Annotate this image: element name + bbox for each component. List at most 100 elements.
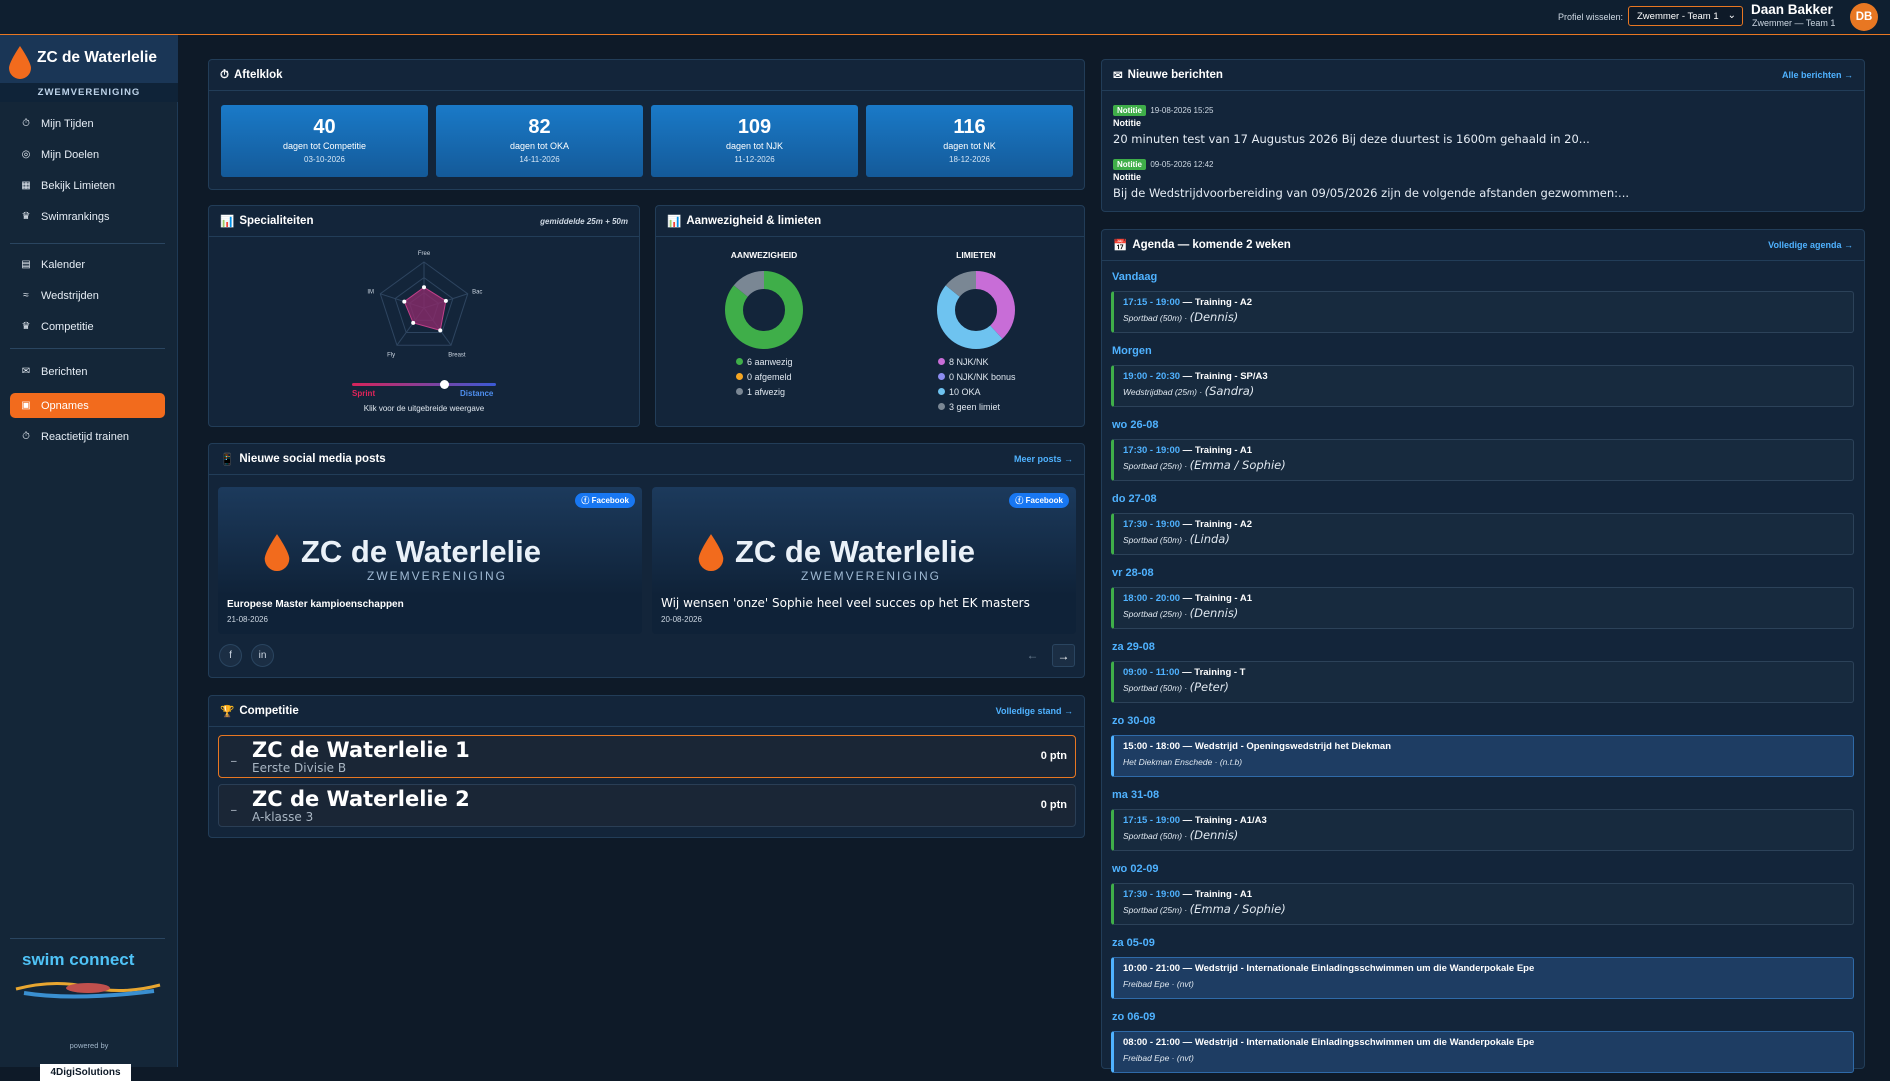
more-posts-link[interactable]: Meer posts → xyxy=(1014,454,1073,464)
event-title-line: 18:00 - 20:00 — Training - A1 xyxy=(1123,593,1853,604)
event-title-line: 10:00 - 21:00 — Wedstrijd - Internationa… xyxy=(1123,963,1853,974)
sidebar-item[interactable]: ◎ Mijn Doelen xyxy=(10,142,165,167)
post-logo: ZC de Waterlelie xyxy=(263,533,541,571)
event-title-line: 15:00 - 18:00 — Wedstrijd - Openingsweds… xyxy=(1123,741,1853,752)
legend-label: 0 afgemeld xyxy=(747,372,792,382)
sidebar-item[interactable]: ⏱ Reactietijd trainen xyxy=(10,424,165,449)
agenda-event[interactable]: 17:30 - 19:00 — Training - A1 Sportbad (2… xyxy=(1111,439,1854,481)
full-standings-link[interactable]: Volledige stand → xyxy=(996,706,1073,716)
post-logo-sub: ZWEMVERENIGING xyxy=(801,569,942,583)
post-caption: Europese Master kampioenschappen xyxy=(227,599,404,610)
event-coach: (Linda) xyxy=(1189,532,1230,546)
swimmer-logo-icon xyxy=(15,981,161,999)
next-post-button[interactable]: → xyxy=(1052,644,1075,667)
full-agenda-link[interactable]: Volledige agenda → xyxy=(1768,240,1853,250)
profile-select[interactable]: Zwemmer - Team 1 ⌄ xyxy=(1628,6,1743,26)
event-time: 09:00 - 11:00 xyxy=(1123,667,1180,678)
team-league: A-klasse 3 xyxy=(252,810,314,824)
agenda-event[interactable]: 17:30 - 19:00 — Training - A2 Sportbad (5… xyxy=(1111,513,1854,555)
swim-connect-logo: swim connect xyxy=(22,950,135,969)
event-coach: (Dennis) xyxy=(1189,606,1239,620)
legend-dot xyxy=(736,373,743,380)
radar-axis-label: IM xyxy=(367,290,374,296)
social-post[interactable]: ⓕ Facebook ZC de Waterlelie ZWEMVERENIGI… xyxy=(218,487,642,634)
legend-item: 1 afwezig xyxy=(736,385,793,400)
nav-divider xyxy=(10,938,165,939)
sidebar-item[interactable]: ▤ Kalender xyxy=(10,252,165,277)
event-time: 08:00 - 21:00 xyxy=(1123,1037,1181,1048)
camera-icon: ▣ xyxy=(21,400,31,411)
calendar-icon: 📅 xyxy=(1113,240,1128,252)
nav-divider xyxy=(10,348,165,349)
radar-axis-label: Bac xyxy=(472,290,482,296)
chevron-down-icon: ⌄ xyxy=(1727,10,1736,21)
sidebar-item[interactable]: ▣ Opnames xyxy=(10,393,165,418)
agenda-event[interactable]: 15:00 - 18:00 — Wedstrijd - Openingsweds… xyxy=(1111,735,1854,777)
team-points: 0 ptn xyxy=(1040,750,1067,762)
post-logo: ZC de Waterlelie xyxy=(697,533,975,571)
event-title-line: 17:15 - 19:00 — Training - A2 xyxy=(1123,297,1853,308)
sidebar-item[interactable]: ♛ Swimrankings xyxy=(10,204,165,229)
waterdrop-logo-icon xyxy=(9,46,31,79)
agenda-event[interactable]: 19:00 - 20:30 — Training - SP/A3 Wedstrij… xyxy=(1111,365,1854,407)
countdown-label: dagen tot Competitie xyxy=(282,141,367,151)
sprint-distance-slider[interactable] xyxy=(352,383,496,386)
legend-item: 6 aanwezig xyxy=(736,355,793,370)
event-coach: (Peter) xyxy=(1189,680,1229,694)
event-time: 17:15 - 19:00 xyxy=(1123,297,1181,308)
sidebar-item[interactable]: ✉ Berichten xyxy=(10,359,165,384)
agenda-event[interactable]: 09:00 - 11:00 — Training - T Sportbad (50… xyxy=(1111,661,1854,703)
event-title-line: 17:30 - 19:00 — Training - A1 xyxy=(1123,445,1853,456)
club-brand[interactable]: ZC de Waterlelie ZWEMVERENIGING xyxy=(0,35,178,102)
team-row[interactable]: – ZC de Waterlelie 1 Eerste Divisie B 0 … xyxy=(218,735,1076,778)
message-item[interactable]: Notitie 19-08-2026 15:25 Notitie 20 minu… xyxy=(1113,105,1853,146)
mail-icon: ✉ xyxy=(21,366,31,377)
sidebar-item[interactable]: ▦ Bekijk Limieten xyxy=(10,173,165,198)
event-title: — Wedstrijd - Internationale Einladingss… xyxy=(1180,1037,1535,1048)
agenda-event[interactable]: 17:15 - 19:00 — Training - A1/A3 Sportbad… xyxy=(1111,809,1854,851)
all-messages-link[interactable]: Alle berichten → xyxy=(1782,70,1853,80)
event-details: Wedstrijdbad (25m) · (Sandra) xyxy=(1123,384,1853,398)
attendance-donut-chart xyxy=(725,271,803,349)
competition-title: Competitie xyxy=(239,705,299,717)
prev-post-button[interactable]: ← xyxy=(1021,644,1044,667)
agenda-day-label: ma 31-08 xyxy=(1112,789,1160,801)
sidebar-item[interactable]: ≈ Wedstrijden xyxy=(10,283,165,308)
timer-icon: ⏱ xyxy=(22,118,30,129)
agenda-event[interactable]: 17:15 - 19:00 — Training - A2 Sportbad (5… xyxy=(1111,291,1854,333)
avatar[interactable]: DB xyxy=(1850,3,1878,31)
agenda-event[interactable]: 18:00 - 20:00 — Training - A1 Sportbad (2… xyxy=(1111,587,1854,629)
swim-icon: ≈ xyxy=(23,290,29,301)
message-item[interactable]: Notitie 09-05-2026 12:42 Notitie Bij de … xyxy=(1113,159,1853,200)
chart-icon: ▦ xyxy=(21,180,31,191)
facebook-icon[interactable]: f xyxy=(219,644,242,667)
post-caption: Wij wensen 'onze' Sophie heel veel succe… xyxy=(661,596,1030,610)
legend-item: 10 OKA xyxy=(938,385,1016,400)
sidebar-item[interactable]: ♛ Competitie xyxy=(10,314,165,339)
specialities-hint: Klik voor de uitgebreide weergave xyxy=(363,404,485,413)
linkedin-icon[interactable]: in xyxy=(251,644,274,667)
profile-select-value: Zwemmer - Team 1 xyxy=(1637,11,1719,22)
event-time: 19:00 - 20:30 xyxy=(1123,371,1181,382)
sidebar-item-label: Berichten xyxy=(41,365,88,378)
event-title: — Training - A1 xyxy=(1180,593,1253,604)
team-points: 0 ptn xyxy=(1040,799,1067,811)
sidebar-item[interactable]: ⏱ Mijn Tijden xyxy=(10,111,165,136)
trophy-icon: 🏆 xyxy=(220,706,235,718)
post-logo-name: ZC de Waterlelie xyxy=(735,534,976,569)
sidebar-item-label: Kalender xyxy=(41,258,86,271)
event-coach: (Dennis) xyxy=(1189,828,1239,842)
event-coach: (Emma / Sophie) xyxy=(1189,902,1286,916)
agenda-event[interactable]: 10:00 - 21:00 — Wedstrijd - Internationa… xyxy=(1111,957,1854,999)
club-name: ZC de Waterlelie xyxy=(37,49,158,66)
sidebar-item-label: Competitie xyxy=(41,320,94,333)
social-post[interactable]: ⓕ Facebook ZC de Waterlelie ZWEMVERENIGI… xyxy=(652,487,1076,634)
legend-item: 0 afgemeld xyxy=(736,370,793,385)
event-place: Sportbad (50m) · xyxy=(1123,831,1190,841)
countdown-date: 03-10-2026 xyxy=(304,155,345,164)
event-title: — Wedstrijd - Openingswedstrijd het Diek… xyxy=(1180,741,1392,752)
specialities-radar-chart[interactable]: Free Bac Breast Fly IM xyxy=(344,244,504,368)
nav-divider xyxy=(10,243,165,244)
team-row[interactable]: – ZC de Waterlelie 2 A-klasse 3 0 ptn xyxy=(218,784,1076,827)
agenda-event[interactable]: 17:30 - 19:00 — Training - A1 Sportbad (2… xyxy=(1111,883,1854,925)
